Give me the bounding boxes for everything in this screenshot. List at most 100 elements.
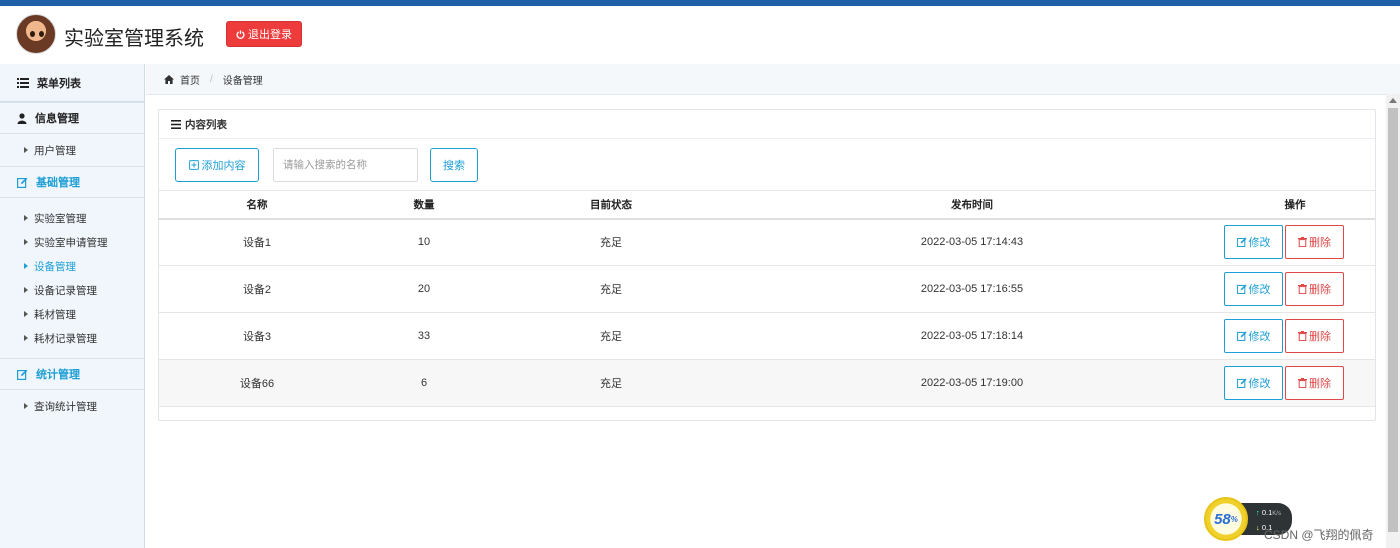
breadcrumb-separator: / xyxy=(210,73,213,85)
sidebar: 菜单列表 信息管理 用户管理 基础管理 实验室管理 实验室申请管理 设备管理 设… xyxy=(0,64,145,548)
cell-name: 设备3 xyxy=(159,312,355,360)
column-header-quantity: 数量 xyxy=(355,190,493,220)
delete-label: 删除 xyxy=(1309,331,1331,343)
equipment-table: 名称 数量 目前状态 发布时间 操作 设备1 10 充足 2022-03-05 … xyxy=(159,190,1375,407)
table-row: 设备1 10 充足 2022-03-05 17:14:43 修改 删除 xyxy=(159,218,1375,266)
avatar[interactable] xyxy=(16,14,56,54)
table-row: 设备66 6 充足 2022-03-05 17:19:00 修改 删除 xyxy=(159,359,1375,407)
cell-quantity: 20 xyxy=(355,265,493,313)
edit-button[interactable]: 修改 xyxy=(1224,225,1283,260)
edit-icon xyxy=(1236,378,1246,388)
panel-header: 内容列表 xyxy=(159,110,1375,139)
add-content-label: 添加内容 xyxy=(201,160,246,172)
sidebar-item-query-statistics[interactable]: 查询统计管理 xyxy=(0,394,144,418)
breadcrumb: 首页 / 设备管理 xyxy=(146,64,1400,94)
edit-label: 修改 xyxy=(1248,378,1271,390)
sidebar-group-label: 基础管理 xyxy=(36,177,80,189)
sidebar-item-consumable-records[interactable]: 耗材记录管理 xyxy=(0,326,144,350)
breadcrumb-home[interactable]: 首页 xyxy=(180,72,200,87)
edit-button[interactable]: 修改 xyxy=(1224,272,1283,306)
caret-right-icon xyxy=(24,311,28,317)
sidebar-item-equipment-records[interactable]: 设备记录管理 xyxy=(0,278,144,302)
column-header-publish-time: 发布时间 xyxy=(729,190,1215,220)
delete-button[interactable]: 删除 xyxy=(1285,319,1344,353)
cell-actions: 修改 删除 xyxy=(1215,359,1375,407)
caret-right-icon xyxy=(24,335,28,341)
edit-button[interactable]: 修改 xyxy=(1224,319,1283,353)
power-icon xyxy=(236,29,245,39)
breadcrumb-current: 设备管理 xyxy=(222,75,263,87)
cell-status: 充足 xyxy=(493,265,729,313)
delete-button[interactable]: 删除 xyxy=(1285,225,1344,260)
edit-icon xyxy=(17,369,28,380)
sidebar-item-label: 耗材记录管理 xyxy=(34,332,97,345)
cell-actions: 修改 删除 xyxy=(1215,265,1375,313)
column-header-status: 目前状态 xyxy=(493,190,729,220)
sidebar-item-label: 用户管理 xyxy=(34,144,76,157)
sidebar-group-label: 信息管理 xyxy=(35,113,79,125)
caret-right-icon xyxy=(24,239,28,245)
sidebar-item-user-management[interactable]: 用户管理 xyxy=(0,138,76,162)
scroll-up-arrow-icon[interactable] xyxy=(1389,98,1397,103)
sidebar-group-label: 统计管理 xyxy=(36,369,80,381)
memory-percent: 58 xyxy=(1214,510,1231,528)
upload-speed: 0.1 xyxy=(1261,508,1273,517)
sidebar-group-basic[interactable]: 基础管理 xyxy=(0,166,144,198)
sidebar-item-lab-application[interactable]: 实验室申请管理 xyxy=(0,230,144,254)
memory-percent-sign: % xyxy=(1230,514,1238,524)
table-header-row: 名称 数量 目前状态 发布时间 操作 xyxy=(159,190,1375,220)
app-title: 实验室管理系统 xyxy=(64,28,204,50)
trash-icon xyxy=(1298,284,1307,294)
edit-label: 修改 xyxy=(1248,237,1271,250)
plus-square-icon xyxy=(188,160,199,170)
sidebar-group-info[interactable]: 信息管理 xyxy=(0,102,144,134)
sidebar-item-label: 设备管理 xyxy=(34,260,76,273)
delete-button[interactable]: 删除 xyxy=(1285,272,1344,306)
sidebar-item-consumables[interactable]: 耗材管理 xyxy=(0,302,144,326)
sidebar-item-label: 耗材管理 xyxy=(34,308,76,321)
cell-quantity: 10 xyxy=(355,218,493,266)
vertical-scrollbar[interactable] xyxy=(1386,94,1400,548)
user-icon xyxy=(17,112,27,124)
delete-button[interactable]: 删除 xyxy=(1285,366,1344,400)
add-content-button[interactable]: 添加内容 xyxy=(175,148,259,182)
caret-right-icon xyxy=(24,287,28,293)
cell-actions: 修改 删除 xyxy=(1215,218,1375,266)
sidebar-group-statistics[interactable]: 统计管理 xyxy=(0,358,144,390)
sidebar-item-lab-management[interactable]: 实验室管理 xyxy=(0,206,144,230)
cell-status: 充足 xyxy=(493,359,729,407)
caret-right-icon xyxy=(24,403,28,409)
delete-label: 删除 xyxy=(1309,284,1331,296)
logout-button[interactable]: 退出登录 xyxy=(226,21,302,47)
cell-name: 设备1 xyxy=(159,218,355,266)
delete-label: 删除 xyxy=(1309,237,1331,250)
delete-label: 删除 xyxy=(1309,378,1331,390)
cell-status: 充足 xyxy=(493,218,729,266)
edit-icon xyxy=(17,177,28,188)
sidebar-item-equipment-management[interactable]: 设备管理 xyxy=(0,254,144,278)
trash-icon xyxy=(1298,331,1307,341)
column-header-name: 名称 xyxy=(159,190,355,220)
cell-time: 2022-03-05 17:18:14 xyxy=(729,312,1215,360)
search-button[interactable]: 搜索 xyxy=(430,148,478,182)
watermark: CSDN @飞翔的佩奇 xyxy=(1264,528,1374,542)
trash-icon xyxy=(1298,237,1307,248)
app-header: 实验室管理系统 退出登录 xyxy=(0,6,1400,64)
download-arrow-icon: ↓ xyxy=(1256,523,1260,532)
edit-label: 修改 xyxy=(1248,331,1271,343)
upload-unit: K/s xyxy=(1272,511,1281,517)
sidebar-item-label: 实验室管理 xyxy=(34,212,87,225)
sidebar-item-label: 查询统计管理 xyxy=(34,400,97,413)
menu-list-header: 菜单列表 xyxy=(0,64,144,102)
main-content: 内容列表 添加内容 搜索 名称 数量 目前状态 发布时间 操作 设备1 xyxy=(146,94,1386,548)
home-icon xyxy=(164,74,174,84)
caret-right-icon xyxy=(24,263,28,269)
edit-button[interactable]: 修改 xyxy=(1224,366,1283,400)
trash-icon xyxy=(1298,378,1307,388)
scrollbar-thumb[interactable] xyxy=(1388,108,1398,532)
cell-name: 设备2 xyxy=(159,265,355,313)
caret-right-icon xyxy=(24,147,28,153)
search-input[interactable] xyxy=(273,148,418,182)
list-icon xyxy=(17,77,29,88)
cell-time: 2022-03-05 17:14:43 xyxy=(729,218,1215,266)
